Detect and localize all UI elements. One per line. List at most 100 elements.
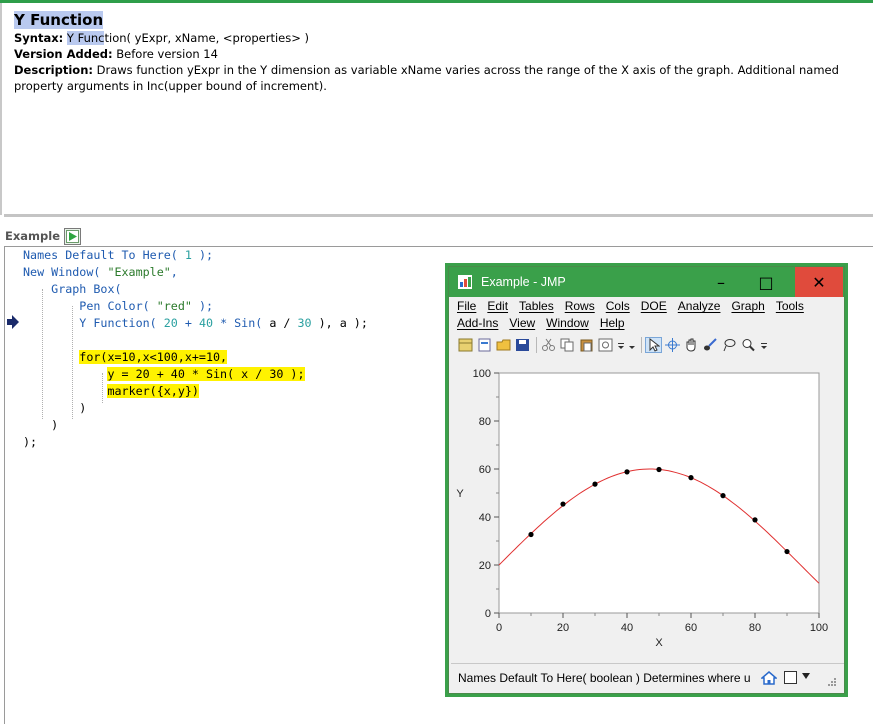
new-table-button[interactable] bbox=[457, 337, 474, 353]
toolbar-dropdown[interactable] bbox=[759, 337, 768, 353]
menu-graph[interactable]: Graph bbox=[731, 298, 764, 315]
chevron-down-icon bbox=[628, 346, 635, 349]
example-header: Example bbox=[5, 227, 81, 245]
status-text: Names Default To Here( boolean ) Determi… bbox=[458, 671, 751, 685]
menu-window[interactable]: Window bbox=[546, 315, 589, 332]
section-separator bbox=[4, 214, 873, 217]
data-marker bbox=[560, 501, 566, 507]
y-axis-label: Y bbox=[456, 488, 464, 500]
resize-grip-icon[interactable] bbox=[825, 677, 837, 689]
menu-analyze[interactable]: Analyze bbox=[678, 298, 721, 315]
syntax-text: tion( yExpr, xName, <properties> ) bbox=[104, 31, 310, 45]
copy-icon bbox=[560, 338, 574, 352]
graph-box[interactable]: 0 20 40 60 80 100 0 20 40 60 80 100 X Y bbox=[452, 359, 843, 659]
menu-cols[interactable]: Cols bbox=[606, 298, 630, 315]
run-script-icon bbox=[66, 229, 79, 243]
menu-rows[interactable]: Rows bbox=[565, 298, 595, 315]
syntax-label: Syntax: bbox=[14, 31, 64, 45]
arrow-cursor-icon bbox=[649, 338, 660, 352]
syntax-line: Syntax: Y Function( yExpr, xName, <prope… bbox=[14, 30, 873, 46]
syntax-highlight: Y Func bbox=[66, 31, 105, 45]
brush-tool-button[interactable] bbox=[702, 337, 719, 353]
data-marker bbox=[656, 466, 662, 473]
menu-row-1: File Edit Tables Rows Cols DOE Analyze Graph Too… bbox=[457, 298, 842, 315]
y-tick-label: 60 bbox=[479, 464, 491, 476]
toolbar-separator bbox=[641, 337, 642, 353]
x-tick-label: 100 bbox=[810, 622, 828, 634]
cut-button[interactable] bbox=[540, 337, 557, 353]
window-titlebar[interactable]: Example - JMP – □ ✕ bbox=[449, 267, 844, 297]
data-marker bbox=[752, 517, 758, 523]
toolbar-dropdown[interactable] bbox=[616, 337, 625, 353]
version-value: Before version 14 bbox=[116, 47, 218, 61]
paste-button[interactable] bbox=[578, 337, 595, 353]
menu-file[interactable]: File bbox=[457, 298, 476, 315]
function-plot[interactable]: 0 20 40 60 80 100 0 20 40 60 80 100 X Y bbox=[452, 359, 843, 659]
page-title: Y Function bbox=[14, 10, 873, 30]
x-axis-label: X bbox=[655, 637, 663, 649]
left-edge bbox=[0, 3, 2, 215]
menu-add-ins[interactable]: Add-Ins bbox=[457, 315, 498, 332]
chevron-down-icon[interactable] bbox=[801, 671, 811, 681]
y-tick-label: 20 bbox=[479, 560, 491, 572]
y-tick-label: 0 bbox=[485, 608, 491, 620]
code-line-10: ) bbox=[79, 401, 87, 415]
new-table-icon bbox=[458, 338, 473, 352]
y-tick-label: 80 bbox=[479, 416, 491, 428]
close-icon: ✕ bbox=[812, 272, 826, 292]
data-marker bbox=[720, 493, 726, 499]
x-tick-label: 0 bbox=[496, 622, 502, 634]
toolbar-dropdown[interactable] bbox=[627, 337, 636, 353]
minimize-button[interactable]: – bbox=[704, 267, 738, 297]
maximize-icon: □ bbox=[758, 272, 774, 292]
hand-icon bbox=[686, 338, 696, 352]
code-line-7: for(x=10,x<100,x+=10, bbox=[79, 350, 228, 364]
new-script-icon bbox=[478, 338, 491, 352]
status-checkbox[interactable] bbox=[784, 671, 797, 684]
x-tick-label: 80 bbox=[749, 622, 761, 634]
zoom-tool-button[interactable] bbox=[740, 337, 757, 353]
menu-row-2: Add-Ins View Window Help bbox=[457, 315, 842, 332]
save-button[interactable] bbox=[514, 337, 531, 353]
grabber-tool-button[interactable] bbox=[683, 337, 700, 353]
menu-view[interactable]: View bbox=[509, 315, 535, 332]
current-line-arrow-icon bbox=[7, 315, 19, 329]
menu-tools[interactable]: Tools bbox=[776, 298, 804, 315]
cut-icon bbox=[542, 338, 555, 351]
code-line-11: ) bbox=[51, 418, 59, 432]
version-line: Version Added: Before version 14 bbox=[14, 46, 873, 62]
copy-button[interactable] bbox=[559, 337, 576, 353]
x-tick-label: 60 bbox=[685, 622, 697, 634]
chevron-down-icon bbox=[760, 343, 767, 349]
code-line-12: ); bbox=[23, 435, 38, 449]
maximize-button[interactable]: □ bbox=[749, 267, 783, 297]
arrow-tool-button[interactable] bbox=[645, 337, 662, 353]
doc-header: Y Function Syntax: Y Function( yExpr, xN… bbox=[14, 10, 873, 94]
jmp-window[interactable]: Example - JMP – □ ✕ File Edit Tables Rows Co… bbox=[448, 266, 845, 694]
data-marker bbox=[528, 531, 534, 538]
menu-tables[interactable]: Tables bbox=[519, 298, 554, 315]
example-label: Example bbox=[5, 229, 60, 243]
data-marker bbox=[592, 481, 598, 487]
settings-icon bbox=[598, 338, 613, 352]
code-line-3: Graph Box( bbox=[51, 282, 122, 296]
menu-edit[interactable]: Edit bbox=[487, 298, 508, 315]
title-text: Y Function bbox=[14, 11, 104, 29]
x-tick-label: 20 bbox=[557, 622, 569, 634]
new-script-button[interactable] bbox=[476, 337, 493, 353]
open-button[interactable] bbox=[495, 337, 512, 353]
x-tick-label: 40 bbox=[621, 622, 633, 634]
home-icon[interactable] bbox=[761, 670, 777, 686]
lasso-tool-button[interactable] bbox=[721, 337, 738, 353]
close-button[interactable]: ✕ bbox=[795, 267, 843, 297]
crosshair-tool-button[interactable] bbox=[664, 337, 681, 353]
run-script-button[interactable] bbox=[64, 227, 81, 245]
description-text: Draws function yExpr in the Y dimension … bbox=[14, 63, 839, 93]
description-label: Description: bbox=[14, 63, 93, 77]
paste-icon bbox=[580, 339, 593, 352]
code-line-8: y = 20 + 40 * Sin( x / 30 ); bbox=[107, 367, 305, 381]
window-title: Example - JMP bbox=[481, 275, 566, 289]
settings-button[interactable] bbox=[597, 337, 614, 353]
menu-help[interactable]: Help bbox=[600, 315, 625, 332]
menu-doe[interactable]: DOE bbox=[641, 298, 667, 315]
